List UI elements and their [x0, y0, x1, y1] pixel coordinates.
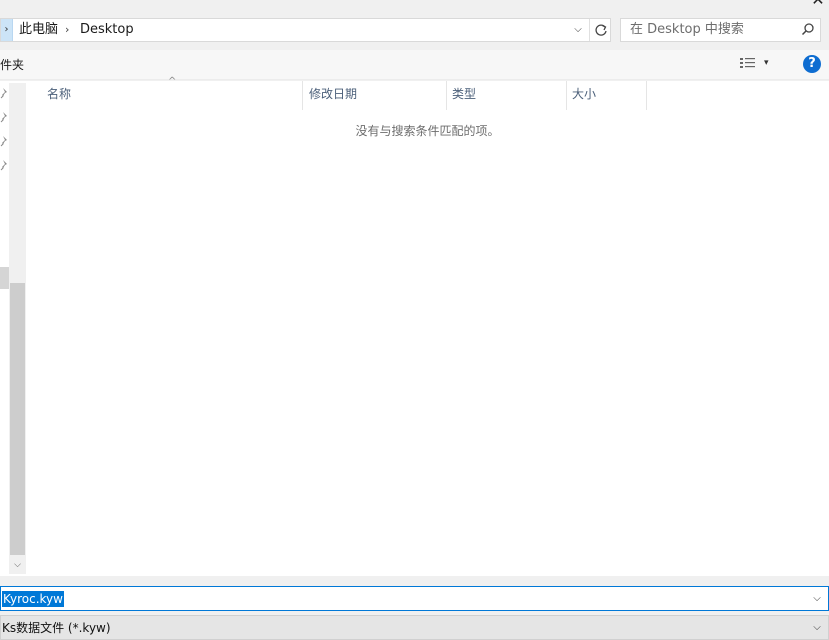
address-bar[interactable]: › 此电脑 › Desktop ⌵	[0, 18, 611, 42]
new-folder-button[interactable]: 件夹	[0, 57, 24, 73]
nav-scrollbar-thumb[interactable]	[10, 283, 25, 555]
help-icon[interactable]: ?	[803, 55, 821, 73]
view-dropdown-icon[interactable]: ▾	[764, 55, 776, 71]
breadcrumb-desktop[interactable]: Desktop	[80, 22, 134, 38]
column-header-size[interactable]: 大小	[566, 81, 647, 110]
navigation-pane: ⌵	[0, 81, 26, 576]
file-name-field[interactable]: Kyroc.kyw ⌵	[0, 586, 829, 611]
file-type-dropdown-icon[interactable]: ⌵	[809, 619, 825, 637]
breadcrumb-separator-icon[interactable]: ›	[65, 22, 69, 38]
address-expand-icon[interactable]: ›	[1, 19, 13, 41]
view-details-icon[interactable]	[739, 56, 757, 72]
empty-results-message: 没有与搜索条件匹配的项。	[355, 124, 500, 138]
nav-selected-item[interactable]	[0, 267, 9, 289]
column-header-type[interactable]: 类型	[446, 81, 567, 110]
top-bar: ✕ › 此电脑 › Desktop ⌵ 在 Desktop 中搜索	[0, 0, 829, 50]
command-bar: 件夹 ▾	[0, 50, 829, 80]
refresh-button[interactable]	[589, 19, 611, 41]
breadcrumb-this-pc[interactable]: 此电脑	[19, 22, 58, 38]
file-type-value: Ks数据文件 (*.kyw)	[2, 621, 111, 635]
scroll-down-icon[interactable]: ⌵	[12, 559, 23, 571]
file-type-select[interactable]: Ks数据文件 (*.kyw) ⌵	[0, 615, 829, 640]
search-input[interactable]: 在 Desktop 中搜索	[630, 22, 744, 38]
file-list[interactable]: ^ 名称 修改日期 类型 大小 没有与搜索条件匹配的项。	[26, 77, 829, 576]
file-name-dropdown-icon[interactable]: ⌵	[809, 590, 825, 608]
refresh-icon	[595, 24, 607, 36]
column-header-name[interactable]: 名称	[26, 81, 303, 110]
close-icon[interactable]: ✕	[808, 0, 828, 10]
file-name-input[interactable]: Kyroc.kyw	[2, 591, 64, 607]
save-dialog: ✕ › 此电脑 › Desktop ⌵ 在 Desktop 中搜索	[0, 0, 829, 640]
column-header-date-modified[interactable]: 修改日期	[287, 81, 447, 110]
search-box[interactable]: 在 Desktop 中搜索	[620, 18, 821, 42]
search-icon[interactable]	[799, 21, 817, 39]
nav-scrollbar[interactable]: ⌵	[9, 83, 26, 574]
address-history-dropdown-icon[interactable]: ⌵	[569, 19, 587, 41]
